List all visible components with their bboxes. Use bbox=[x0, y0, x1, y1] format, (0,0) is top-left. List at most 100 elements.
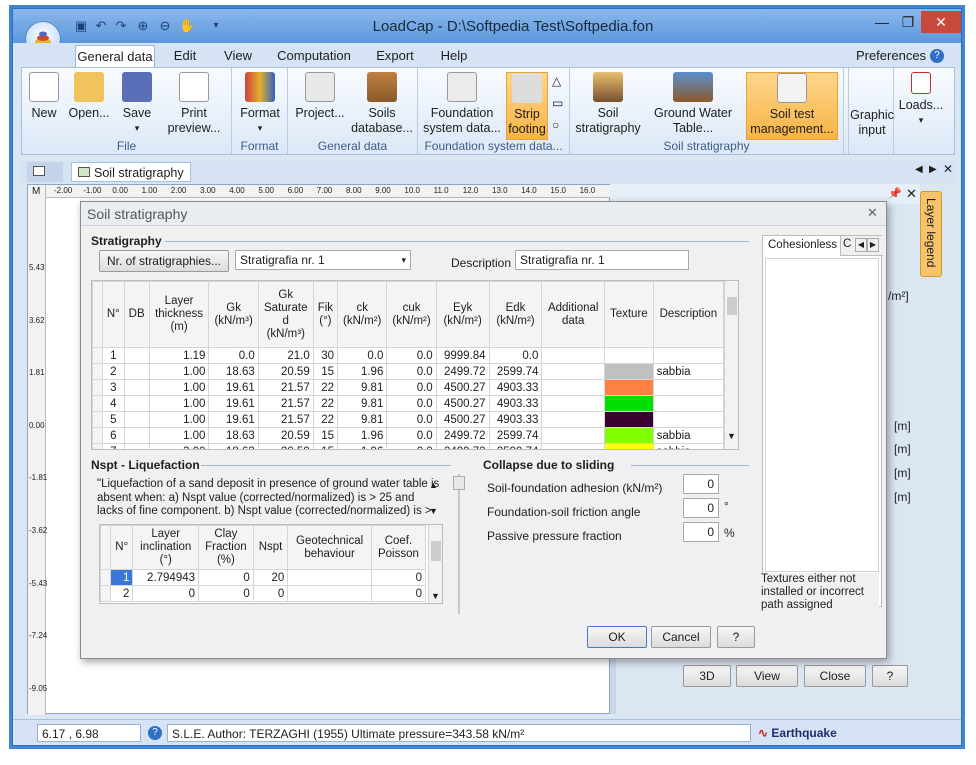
table-cell[interactable]: 0.0 bbox=[488, 347, 543, 364]
table-cell[interactable] bbox=[652, 411, 725, 428]
table-cell[interactable]: 9.81 bbox=[337, 411, 388, 428]
adhesion-input[interactable]: 0 bbox=[683, 474, 719, 494]
table-row[interactable]: 7 3.0018.6320.59151.960.02499.722599.74 sa… bbox=[92, 443, 725, 449]
table-cell[interactable]: sabbia bbox=[652, 363, 725, 380]
table-cell[interactable]: 1 bbox=[109, 569, 134, 586]
table-row[interactable]: 6 1.00 18.63 20.59 15 1.96 0.0 2499.72 2599.74 sa… bbox=[92, 427, 725, 444]
close-window-button[interactable]: ✕ bbox=[921, 11, 961, 33]
row-selector[interactable] bbox=[92, 363, 103, 380]
soil-stratigraphy-button[interactable]: Soil stratigraphy bbox=[574, 72, 642, 136]
close-doc-icon[interactable]: ✕ bbox=[943, 162, 953, 176]
note-scroll-up-icon[interactable]: ▲ bbox=[429, 480, 438, 490]
friction-angle-input[interactable]: 0 bbox=[683, 498, 719, 518]
column-header[interactable]: Fik (°) bbox=[312, 281, 339, 348]
column-header[interactable]: Additional data bbox=[541, 281, 605, 348]
table-cell[interactable]: 18.63 bbox=[208, 363, 259, 380]
nr-stratigraphies-button[interactable]: Nr. of stratigraphies... bbox=[99, 250, 229, 272]
column-header[interactable]: Coef. Poisson bbox=[370, 525, 427, 570]
table-cell[interactable]: 0.0 bbox=[208, 347, 259, 364]
maximize-button[interactable]: ❐ bbox=[895, 11, 921, 33]
table-cell[interactable]: 20.59 bbox=[257, 427, 314, 444]
tab-cohesionless[interactable]: Cohesionless bbox=[763, 236, 841, 256]
table-cell[interactable]: sabbia bbox=[652, 443, 725, 449]
print-preview-button[interactable]: Print preview... bbox=[164, 72, 224, 136]
strip-footing-button[interactable]: Strip footing bbox=[506, 72, 548, 140]
table-cell[interactable]: 0.0 bbox=[386, 411, 437, 428]
table-cell[interactable] bbox=[541, 443, 605, 449]
new-button[interactable]: New bbox=[28, 72, 60, 121]
table-cell[interactable]: 1.96 bbox=[337, 427, 388, 444]
table-cell[interactable]: 21.57 bbox=[257, 395, 314, 412]
panel-help-button[interactable]: ? bbox=[872, 665, 908, 687]
table-cell[interactable]: 21.0 bbox=[257, 347, 314, 364]
tab-scroll-right-icon[interactable]: ▶ bbox=[867, 238, 879, 252]
nspt-scrollbar[interactable]: ▼ bbox=[428, 525, 442, 603]
column-header[interactable]: Layer inclination (°) bbox=[132, 525, 200, 570]
column-header[interactable]: Nspt bbox=[252, 525, 289, 570]
column-header[interactable]: Geotechnical behaviour bbox=[287, 525, 372, 570]
table-cell[interactable]: 4500.27 bbox=[435, 395, 490, 412]
table-cell[interactable] bbox=[652, 347, 725, 364]
texture-swatch[interactable] bbox=[604, 379, 654, 396]
table-cell[interactable]: 4500.27 bbox=[435, 411, 490, 428]
texture-swatch[interactable] bbox=[604, 427, 654, 444]
table-cell[interactable]: 0.0 bbox=[386, 347, 437, 364]
cancel-button[interactable]: Cancel bbox=[651, 626, 711, 648]
close-panel-button[interactable]: Close bbox=[804, 665, 866, 687]
nspt-table[interactable]: N° Layer inclination (°) Clay Fraction (%)… bbox=[99, 524, 443, 604]
table-cell[interactable]: sabbia bbox=[652, 427, 725, 444]
table-cell[interactable] bbox=[123, 347, 150, 364]
table-cell[interactable]: 2599.74 bbox=[488, 443, 543, 449]
foundation-system-button[interactable]: Foundation system data... bbox=[422, 72, 502, 136]
table-cell[interactable]: 22 bbox=[312, 395, 339, 412]
circle-shape-icon[interactable]: ○ bbox=[552, 118, 559, 132]
column-header[interactable]: N° bbox=[102, 281, 125, 348]
table-cell[interactable]: 19.61 bbox=[208, 379, 259, 396]
dialog-close-icon[interactable]: ✕ bbox=[867, 205, 878, 221]
tab-help[interactable]: Help bbox=[431, 45, 477, 67]
table-cell[interactable]: 4903.33 bbox=[488, 379, 543, 396]
redo-icon[interactable]: ↷ bbox=[113, 18, 129, 34]
note-scroll-down-icon[interactable]: ▼ bbox=[429, 506, 438, 516]
table-cell[interactable]: 15 bbox=[312, 427, 339, 444]
row-selector[interactable] bbox=[92, 443, 103, 449]
table-cell[interactable]: 2599.74 bbox=[488, 363, 543, 380]
column-header[interactable]: N° bbox=[109, 525, 134, 570]
table-cell[interactable]: 18.63 bbox=[208, 443, 259, 449]
groundwater-table-button[interactable]: Ground Water Table... bbox=[648, 72, 738, 136]
format-button[interactable]: Format ▾ bbox=[236, 72, 284, 136]
right-panel-close-icon[interactable]: ✕ bbox=[906, 186, 917, 202]
column-header[interactable]: Gk (kN/m³) bbox=[208, 281, 259, 348]
pin-icon[interactable]: 📌 bbox=[888, 187, 902, 200]
table-cell[interactable]: 2499.72 bbox=[435, 427, 490, 444]
pan-hand-icon[interactable]: ✋ bbox=[179, 18, 195, 34]
table-cell[interactable] bbox=[287, 569, 372, 586]
table-row[interactable]: 1 2.794943 0 20 0 bbox=[100, 569, 427, 586]
scrollbar-thumb[interactable] bbox=[431, 541, 441, 561]
table-cell[interactable]: 1.19 bbox=[148, 347, 210, 364]
texture-swatch[interactable] bbox=[604, 411, 654, 428]
column-header[interactable]: Gk Saturate d (kN/m³) bbox=[257, 281, 314, 348]
table-cell[interactable]: 18.63 bbox=[208, 427, 259, 444]
column-header[interactable]: Texture bbox=[604, 281, 654, 348]
doc-tab-overview[interactable] bbox=[27, 162, 63, 182]
table-cell[interactable] bbox=[541, 427, 605, 444]
tab-view[interactable]: View bbox=[215, 45, 261, 67]
status-help-icon[interactable]: ? bbox=[148, 726, 162, 740]
tab-scroll-right-icon[interactable]: ▶ bbox=[929, 164, 937, 175]
table-row[interactable]: 5 1.00 19.61 21.57 22 9.81 0.0 4500.27 4903.33 bbox=[92, 411, 725, 428]
table-cell[interactable] bbox=[541, 411, 605, 428]
table-cell[interactable] bbox=[541, 379, 605, 396]
scroll-down-icon[interactable]: ▼ bbox=[431, 591, 440, 601]
tab-scroll-left-icon[interactable]: ◀ bbox=[915, 164, 923, 175]
table-cell[interactable]: 7 bbox=[102, 443, 125, 449]
dialog-help-button[interactable]: ? bbox=[717, 626, 755, 648]
table-cell[interactable]: 15 bbox=[312, 363, 339, 380]
table-cell[interactable]: 6 bbox=[102, 427, 125, 444]
table-cell[interactable]: 0 bbox=[252, 585, 289, 602]
view-button[interactable]: View bbox=[736, 665, 798, 687]
table-row[interactable]: 20000 bbox=[100, 585, 427, 602]
table-cell[interactable]: 2499.72 bbox=[435, 443, 490, 449]
table-row[interactable]: 1 1.19 0.0 21.0 30 0.0 0.0 9999.84 0.0 bbox=[92, 347, 725, 364]
table-cell[interactable]: 9999.84 bbox=[435, 347, 490, 364]
